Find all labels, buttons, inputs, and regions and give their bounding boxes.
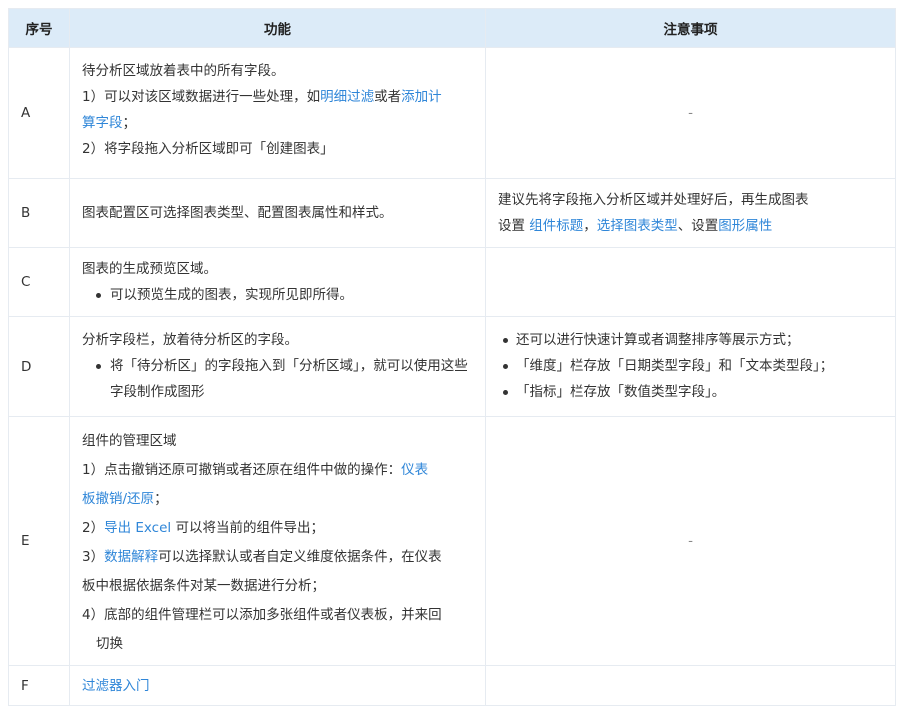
text-segment: 设置	[498, 218, 530, 234]
row-code: A	[8, 47, 70, 179]
table-header-row: 序号 功能 注意事项	[8, 8, 896, 48]
table-row-c: C 图表的生成预览区域。 可以预览生成的图表，实现所见即所得。	[8, 247, 896, 317]
table-row-d: D 分析字段栏，放着待分析区的字段。 将「待分析区」的字段拖入到「分析区域」，就…	[8, 316, 896, 417]
notes-cell: -	[485, 416, 896, 666]
list-item: 将「待分析区」的字段拖入到「分析区域」，就可以使用这些字段制作成图形	[82, 353, 473, 405]
text-segment: ；	[154, 491, 168, 507]
table-row-e: E 组件的管理区域 1）点击撤销还原可撤销或者还原在组件中做的操作：仪表 板撤销…	[8, 416, 896, 666]
list-item: 还可以进行快速计算或者调整排序等展示方式；	[486, 327, 885, 353]
text-line: 待分析区域放着表中的所有字段。	[82, 63, 285, 79]
text-line: 组件的管理区域	[82, 433, 177, 449]
link-filter-intro[interactable]: 过滤器入门	[82, 678, 150, 694]
text-line: 1）点击撤销还原可撤销或者还原在组件中做的操作：仪表	[82, 456, 473, 485]
text-segment: 可以将当前的组件导出；	[171, 520, 324, 536]
link-add-calc-field-cont[interactable]: 算字段	[82, 115, 123, 131]
text-line: 板撤销/还原；	[82, 485, 473, 514]
notes-cell	[485, 665, 896, 706]
notes-cell: 建议先将字段拖入分析区域并处理好后，再生成图表 设置 组件标题，选择图表类型、设…	[485, 178, 896, 248]
text-segment: ；	[122, 115, 137, 131]
text-line: 3）数据解释可以选择默认或者自定义维度依据条件，在仪表	[82, 543, 473, 572]
notes-cell: -	[485, 47, 896, 179]
text-line: 算字段；	[82, 110, 473, 136]
bullet-list: 还可以进行快速计算或者调整排序等展示方式； 「维度」栏存放「日期类型字段」和「文…	[486, 327, 885, 405]
row-code: E	[8, 416, 70, 666]
function-cell: 图表的生成预览区域。 可以预览生成的图表，实现所见即所得。	[69, 247, 486, 317]
function-cell: 图表配置区可选择图表类型、配置图表属性和样式。	[69, 178, 486, 248]
text-segment: 可以选择默认或者自定义维度依据条件，在仪表	[158, 549, 442, 565]
text-segment: ，	[583, 218, 597, 234]
text-line: 切换	[96, 636, 123, 652]
link-select-chart-type[interactable]: 选择图表类型	[597, 218, 678, 234]
table-row-b: B 图表配置区可选择图表类型、配置图表属性和样式。 建议先将字段拖入分析区域并处…	[8, 178, 896, 248]
link-dashboard-undo[interactable]: 仪表	[401, 462, 428, 478]
link-component-title[interactable]: 组件标题	[529, 218, 583, 234]
row-code: D	[8, 316, 70, 417]
link-dashboard-undo-cont[interactable]: 板撤销/还原	[82, 491, 154, 507]
list-item: 可以预览生成的图表，实现所见即所得。	[82, 282, 473, 308]
text-segment: 3）	[82, 549, 105, 565]
bullet-list: 可以预览生成的图表，实现所见即所得。	[82, 282, 473, 308]
text-line: 分析字段栏，放着待分析区的字段。	[82, 332, 298, 348]
link-data-explanation[interactable]: 数据解释	[104, 549, 158, 565]
function-cell: 组件的管理区域 1）点击撤销还原可撤销或者还原在组件中做的操作：仪表 板撤销/还…	[69, 416, 486, 666]
row-code: F	[8, 665, 70, 706]
row-code: B	[8, 178, 70, 248]
text-line: 图表的生成预览区域。	[82, 261, 217, 277]
link-detail-filter[interactable]: 明细过滤	[320, 89, 374, 105]
text-line: 板中根据依据条件对某一数据进行分析；	[82, 578, 325, 594]
notes-cell	[485, 247, 896, 317]
link-export-excel[interactable]: 导出 Excel	[104, 520, 171, 536]
function-cell: 分析字段栏，放着待分析区的字段。 将「待分析区」的字段拖入到「分析区域」，就可以…	[69, 316, 486, 417]
text-segment: 1）可以对该区域数据进行一些处理，如	[82, 89, 321, 105]
link-add-calc-field[interactable]: 添加计	[401, 89, 442, 105]
text-line: 1）可以对该区域数据进行一些处理，如明细过滤或者添加计	[82, 84, 473, 110]
text-line: 2）导出 Excel 可以将当前的组件导出；	[82, 514, 473, 543]
table-row-f: F 过滤器入门	[8, 665, 896, 706]
text-line: 设置 组件标题，选择图表类型、设置图形属性	[498, 213, 885, 239]
text-line: 4）底部的组件管理栏可以添加多张组件或者仪表板，并来回	[82, 607, 442, 623]
header-notes: 注意事项	[485, 8, 896, 48]
bullet-list: 将「待分析区」的字段拖入到「分析区域」，就可以使用这些字段制作成图形	[82, 353, 473, 405]
list-item: 「维度」栏存放「日期类型字段」和「文本类型段」；	[486, 353, 885, 379]
link-shape-properties[interactable]: 图形属性	[718, 218, 772, 234]
list-item: 「指标」栏存放「数值类型字段」。	[486, 379, 885, 405]
header-function: 功能	[69, 8, 486, 48]
header-code: 序号	[8, 8, 70, 48]
text-segment: 2）	[82, 520, 105, 536]
text-segment: 、设置	[677, 218, 719, 234]
text-line: 2）将字段拖入分析区域即可「创建图表」	[82, 141, 334, 157]
function-cell: 过滤器入门	[69, 665, 486, 706]
notes-cell: 还可以进行快速计算或者调整排序等展示方式； 「维度」栏存放「日期类型字段」和「文…	[485, 316, 896, 417]
row-code: C	[8, 247, 70, 317]
feature-table: 序号 功能 注意事项 A 待分析区域放着表中的所有字段。 1）可以对该区域数据进…	[8, 8, 896, 706]
table-row-a: A 待分析区域放着表中的所有字段。 1）可以对该区域数据进行一些处理，如明细过滤…	[8, 47, 896, 179]
function-cell: 待分析区域放着表中的所有字段。 1）可以对该区域数据进行一些处理，如明细过滤或者…	[69, 47, 486, 179]
text-line: 建议先将字段拖入分析区域并处理好后，再生成图表	[498, 192, 809, 208]
text-segment: 1）点击撤销还原可撤销或者还原在组件中做的操作：	[82, 462, 402, 478]
text-segment: 或者	[374, 89, 402, 105]
